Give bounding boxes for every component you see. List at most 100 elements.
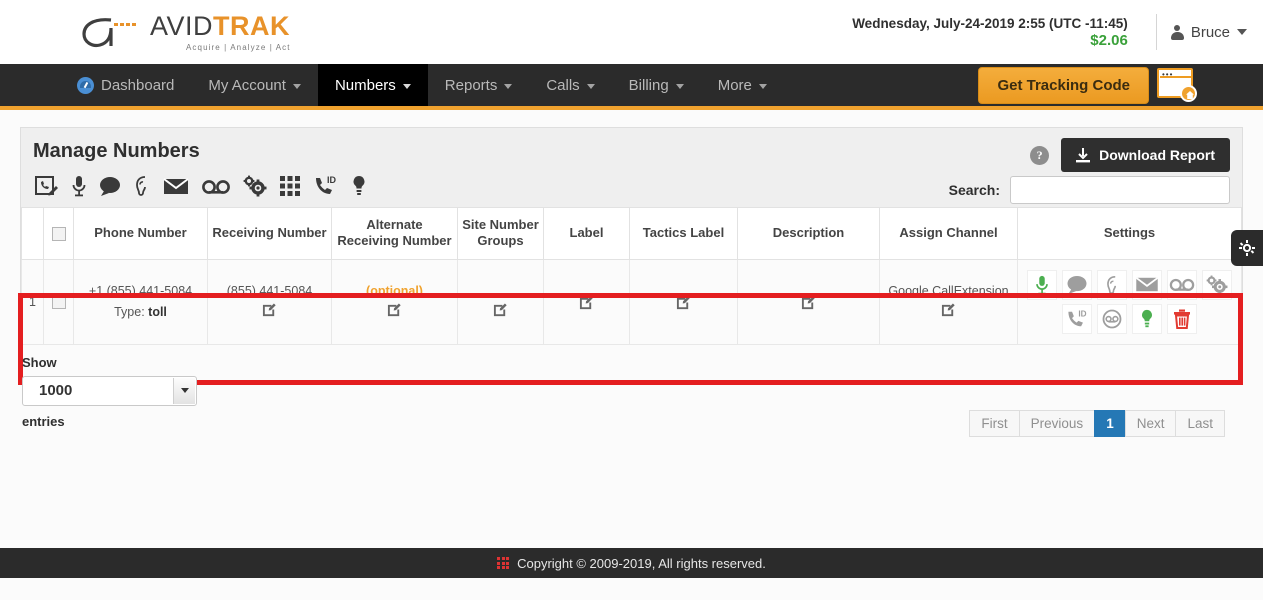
site-number-groups-link[interactable]: ... [494, 284, 507, 297]
pagination-first[interactable]: First [969, 409, 1020, 437]
column-alternate-receiving-number: Alternate Receiving Number [331, 207, 458, 260]
download-report-button[interactable]: Download Report [1061, 138, 1230, 172]
pagination-next[interactable]: Next [1124, 409, 1177, 437]
nav-right-actions: Get Tracking Code ••• [978, 64, 1263, 106]
nav-item-more[interactable]: More [701, 64, 784, 106]
cell-receiving-number: (855) 441-5084 [207, 258, 332, 345]
nav-label-dashboard: Dashboard [101, 76, 175, 94]
column-select-all [43, 207, 74, 260]
nav-item-calls[interactable]: Calls [529, 64, 611, 106]
column-index [21, 207, 44, 260]
user-avatar-icon [1170, 24, 1184, 40]
edit-icon[interactable] [262, 302, 277, 320]
lightbulb-icon[interactable] [352, 175, 366, 197]
table-row: 1 +1 (855) 441-5084 Type: toll (855) 441… [21, 258, 1242, 345]
svg-text:ID: ID [327, 175, 337, 185]
page-footer: Copyright © 2009-2019, All rights reserv… [0, 548, 1263, 578]
nav-label-more: More [717, 76, 752, 94]
nav-items: Dashboard My Account Numbers Reports Cal… [0, 64, 784, 106]
numbers-table: Phone Number Receiving Number Alternate … [21, 207, 1242, 345]
cell-label [543, 258, 630, 345]
table-controls: Show 1000 entries First Previous 1 Next … [20, 345, 1243, 437]
show-entries-label: Show [22, 354, 57, 370]
table-header: Phone Number Receiving Number Alternate … [21, 207, 1242, 260]
assign-channel-value: Google CallExtension [888, 283, 1009, 298]
gears-icon[interactable] [1202, 269, 1232, 300]
get-tracking-code-button[interactable]: Get Tracking Code [978, 66, 1149, 104]
nav-item-numbers[interactable]: Numbers [317, 64, 428, 106]
chat-bubble-icon[interactable] [1062, 269, 1092, 300]
search-row: Search: [949, 176, 1230, 204]
call-recording-icon[interactable] [1097, 303, 1127, 334]
settings-side-tab[interactable] [1231, 230, 1263, 266]
phone-number-value: +1 (855) 441-5084 [88, 284, 193, 298]
table-body: 1 +1 (855) 441-5084 Type: toll (855) 441… [21, 258, 1242, 345]
phone-type-value: toll [148, 305, 167, 319]
whisper-ear-icon[interactable] [134, 175, 150, 197]
svg-text:ID: ID [1078, 309, 1086, 318]
chevron-down-icon [292, 84, 301, 89]
datetime-block: Wednesday, July-24-2019 2:55 (UTC -11:45… [852, 16, 1142, 49]
voicemail-icon[interactable] [202, 178, 230, 195]
microphone-icon[interactable] [1027, 269, 1057, 300]
pagination: First Previous 1 Next Last [969, 409, 1225, 437]
account-balance: $2.06 [1090, 31, 1128, 49]
microphone-icon[interactable] [72, 175, 86, 197]
chevron-down-icon [173, 377, 195, 404]
user-menu[interactable]: Bruce [1170, 24, 1247, 41]
gear-icon [1239, 240, 1255, 256]
edit-icon[interactable] [493, 302, 508, 320]
edit-icon[interactable] [579, 295, 594, 313]
chat-bubble-icon[interactable] [99, 176, 121, 196]
envelope-icon[interactable] [163, 177, 189, 196]
row-select-cell [43, 258, 74, 345]
chevron-down-icon [758, 84, 767, 89]
nav-item-reports[interactable]: Reports [428, 64, 530, 106]
search-input[interactable] [1010, 176, 1230, 204]
edit-icon[interactable] [941, 302, 956, 320]
cell-assign-channel: Google CallExtension [879, 258, 1018, 345]
lightbulb-icon[interactable] [1132, 303, 1162, 334]
cell-description [737, 258, 880, 345]
nav-item-dashboard[interactable]: Dashboard [60, 64, 191, 106]
phone-type: Type: toll [79, 305, 202, 319]
caller-id-icon[interactable]: ID [313, 175, 339, 197]
settings-icon-grid: ID [1023, 268, 1236, 336]
brand-logo[interactable]: AVIDTRAK Acquire | Analyze | Act [0, 12, 291, 52]
edit-icon[interactable] [801, 295, 816, 313]
row-checkbox[interactable] [51, 294, 66, 309]
pagination-last[interactable]: Last [1175, 409, 1225, 437]
phone-edit-icon[interactable] [35, 175, 59, 197]
nav-label-reports: Reports [444, 76, 498, 94]
edit-icon[interactable] [676, 295, 691, 313]
select-all-checkbox[interactable] [51, 226, 66, 241]
gears-icon[interactable] [243, 175, 267, 197]
pagination-page-1[interactable]: 1 [1094, 409, 1126, 437]
copyright-text: Copyright © 2009-2019, All rights reserv… [517, 555, 766, 571]
nav-item-billing[interactable]: Billing [612, 64, 701, 106]
download-icon [1076, 147, 1091, 162]
edit-icon[interactable] [387, 302, 402, 320]
browser-window-home-icon[interactable]: ••• [1157, 68, 1197, 102]
envelope-icon[interactable] [1132, 269, 1162, 300]
nav-label-billing: Billing [628, 76, 669, 94]
column-receiving-number: Receiving Number [207, 207, 332, 260]
panel-header-actions: ? Download Report [1030, 138, 1230, 172]
row-index: 1 [21, 258, 44, 345]
help-icon[interactable]: ? [1030, 145, 1050, 165]
page-size-select[interactable]: 1000 [22, 375, 197, 406]
footer-bottom-strip [0, 578, 1263, 600]
dashboard-gauge-icon [77, 76, 94, 94]
column-settings: Settings [1017, 207, 1242, 260]
caller-id-icon[interactable]: ID [1062, 303, 1092, 334]
chevron-down-icon [504, 84, 513, 89]
logo-text-avid: AVID [150, 10, 214, 41]
whisper-ear-icon[interactable] [1097, 269, 1127, 300]
cell-phone-number: +1 (855) 441-5084 Type: toll [73, 258, 208, 345]
pagination-previous[interactable]: Previous [1018, 409, 1096, 437]
voicemail-icon[interactable] [1167, 269, 1197, 300]
grid-icon [497, 557, 510, 569]
keypad-grid-icon[interactable] [280, 176, 300, 196]
nav-item-my-account[interactable]: My Account [191, 64, 318, 106]
trash-delete-icon[interactable] [1167, 303, 1197, 334]
